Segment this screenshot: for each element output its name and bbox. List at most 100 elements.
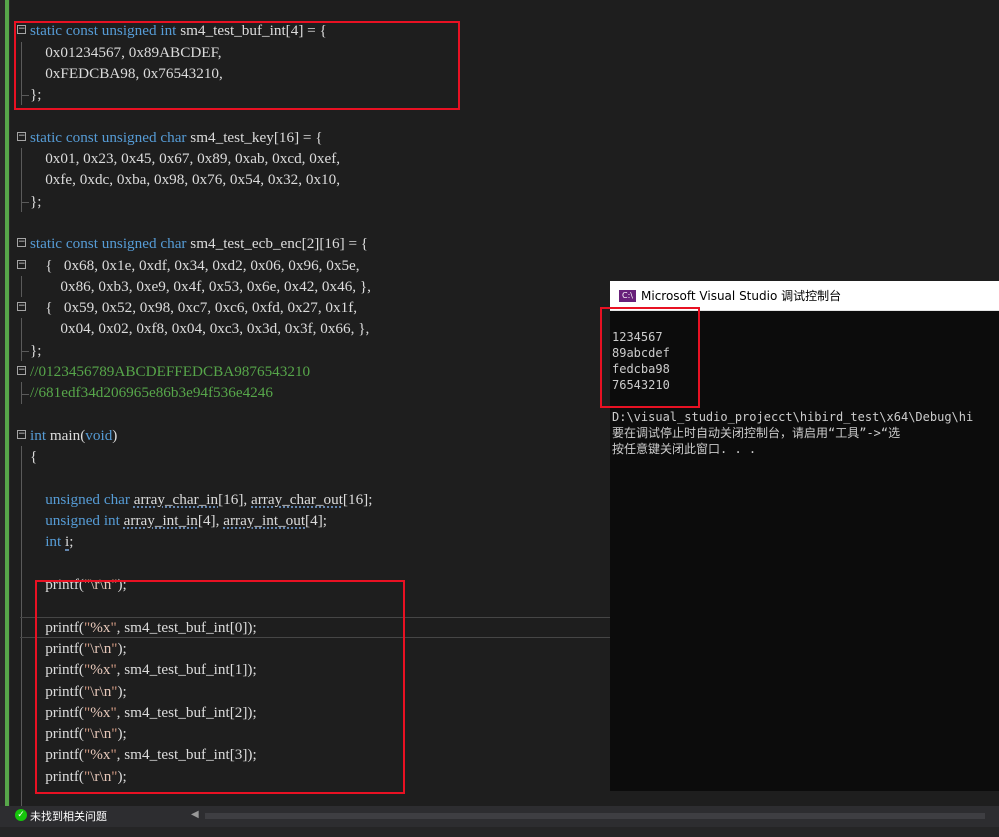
code-line[interactable]: − static const unsigned int sm4_test_buf_… bbox=[0, 20, 999, 41]
code-text: 0xFEDCBA98, 0x76543210, bbox=[30, 63, 223, 84]
code-line[interactable]: − static const unsigned char sm4_test_key… bbox=[0, 127, 999, 148]
code-line[interactable]: 0x01234567, 0x89ABCDEF, bbox=[0, 41, 999, 63]
code-token: printf( bbox=[30, 682, 84, 700]
outline-guide bbox=[21, 659, 22, 681]
code-text: 0x01, 0x23, 0x45, 0x67, 0x89, 0xab, 0xcd… bbox=[30, 148, 340, 169]
outline-guide bbox=[21, 786, 22, 806]
code-token: printf( bbox=[30, 746, 84, 764]
code-token: [4]; bbox=[305, 512, 327, 530]
debug-console-window[interactable]: C:\ Microsoft Visual Studio 调试控制台 123456… bbox=[610, 281, 999, 791]
outline-guide bbox=[21, 701, 22, 724]
status-message[interactable]: 未找到相关问题 bbox=[30, 808, 107, 824]
fold-toggle-icon[interactable]: − bbox=[17, 238, 26, 248]
code-line[interactable]: }; bbox=[0, 190, 999, 212]
fold-toggle-icon[interactable]: − bbox=[17, 302, 26, 312]
outline-guide bbox=[21, 723, 22, 745]
code-token: }; bbox=[30, 192, 42, 210]
fold-toggle-icon[interactable]: − bbox=[17, 259, 26, 269]
outline-guide bbox=[21, 318, 22, 340]
code-text: { 0x68, 0x1e, 0xdf, 0x34, 0xd2, 0x06, 0x… bbox=[30, 255, 359, 276]
outline-guide bbox=[21, 510, 22, 532]
outline-guide bbox=[21, 41, 22, 63]
code-line[interactable]: − { 0x68, 0x1e, 0xdf, 0x34, 0xd2, 0x06, … bbox=[0, 255, 999, 276]
code-text: static const unsigned char sm4_test_key[… bbox=[30, 127, 323, 148]
outline-guide bbox=[21, 169, 22, 191]
console-title-bar[interactable]: C:\ Microsoft Visual Studio 调试控制台 bbox=[610, 281, 999, 311]
bottom-strip bbox=[0, 827, 999, 837]
code-token: %x bbox=[90, 661, 111, 679]
code-token: printf( bbox=[30, 767, 84, 785]
code-token: 0x01234567, 0x89ABCDEF, bbox=[30, 43, 222, 61]
code-token: 0x04, 0x02, 0xf8, 0x04, 0xc3, 0x3d, 0x3f… bbox=[30, 320, 370, 338]
code-token: \r\n bbox=[90, 639, 112, 657]
outline-guide bbox=[21, 488, 22, 511]
outline-guide bbox=[21, 595, 22, 617]
code-token: , sm4_test_buf_int[1]); bbox=[116, 661, 257, 679]
outline-guide bbox=[21, 552, 22, 575]
code-line[interactable]: 0x01, 0x23, 0x45, 0x67, 0x89, 0xab, 0xcd… bbox=[0, 148, 999, 170]
code-token: ; bbox=[69, 533, 74, 551]
code-text: printf("\r\n"); bbox=[30, 766, 127, 787]
code-token: static bbox=[30, 128, 63, 146]
code-token: 0xFEDCBA98, 0x76543210, bbox=[30, 64, 223, 82]
code-text: unsigned int array_int_in[4], array_int_… bbox=[30, 510, 327, 531]
code-token: printf( bbox=[30, 639, 84, 657]
code-line[interactable]: 0xfe, 0xdc, 0xba, 0x98, 0x76, 0x54, 0x32… bbox=[0, 169, 999, 191]
outline-guide bbox=[21, 62, 22, 85]
outline-guide bbox=[21, 84, 29, 106]
code-token: \r\n bbox=[90, 576, 112, 594]
scroll-left-icon[interactable]: ◀ bbox=[191, 809, 199, 820]
outline-guide bbox=[21, 190, 29, 212]
fold-toggle-icon[interactable]: − bbox=[17, 366, 26, 376]
code-token: ); bbox=[117, 639, 127, 657]
code-line[interactable]: 0xFEDCBA98, 0x76543210, bbox=[0, 62, 999, 85]
code-token: %x bbox=[90, 618, 111, 636]
code-token: unsigned bbox=[45, 512, 101, 530]
outline-guide bbox=[21, 467, 22, 489]
code-text: //0123456789ABCDEFFEDCBA9876543210 bbox=[30, 361, 310, 382]
code-token: const bbox=[65, 235, 98, 253]
code-token: , sm4_test_buf_int[3]); bbox=[116, 746, 257, 764]
code-text: printf("%x", sm4_test_buf_int[1]); bbox=[30, 659, 257, 680]
code-text: static const unsigned int sm4_test_buf_i… bbox=[30, 20, 327, 41]
fold-toggle-icon[interactable]: − bbox=[17, 25, 26, 35]
fold-toggle-icon[interactable]: − bbox=[17, 131, 26, 141]
code-token: //0123456789ABCDEFFEDCBA9876543210 bbox=[30, 363, 311, 381]
fold-toggle-icon[interactable]: − bbox=[17, 429, 26, 439]
code-token: ); bbox=[117, 576, 127, 594]
code-token: [16]; bbox=[342, 490, 373, 508]
code-line[interactable]: }; bbox=[0, 84, 999, 106]
code-token: void bbox=[85, 426, 113, 444]
code-line[interactable] bbox=[0, 105, 999, 126]
code-line[interactable] bbox=[0, 212, 999, 233]
code-token: array_int_out bbox=[223, 512, 306, 530]
outline-guide bbox=[21, 744, 22, 766]
code-token: printf( bbox=[30, 576, 84, 594]
console-output[interactable]: 1234567 89abcdef fedcba98 76543210 D:\vi… bbox=[610, 311, 999, 457]
code-token: array_char_in bbox=[133, 490, 219, 508]
code-token: 0x86, 0xb3, 0xe9, 0x4f, 0x53, 0x6e, 0x42… bbox=[30, 277, 371, 295]
code-token: const bbox=[65, 22, 98, 40]
code-token: \r\n bbox=[90, 682, 112, 700]
code-token: array_int_in bbox=[123, 512, 198, 530]
code-text: printf("%x", sm4_test_buf_int[2]); bbox=[30, 702, 257, 723]
code-token: int bbox=[45, 533, 62, 551]
code-token: char bbox=[160, 128, 187, 146]
code-text: 0x01234567, 0x89ABCDEF, bbox=[30, 42, 222, 63]
code-token: sm4_test_key[16] = { bbox=[186, 128, 323, 146]
code-line[interactable]: − static const unsigned char sm4_test_ecb… bbox=[0, 233, 999, 254]
code-token: char bbox=[103, 490, 130, 508]
outline-guide bbox=[21, 765, 22, 787]
code-token: unsigned bbox=[101, 128, 157, 146]
code-token: main( bbox=[46, 426, 86, 444]
outline-guide bbox=[21, 148, 22, 170]
code-text: 0x04, 0x02, 0xf8, 0x04, 0xc3, 0x3d, 0x3f… bbox=[30, 318, 369, 339]
horizontal-scrollbar[interactable] bbox=[205, 813, 985, 819]
code-token: %x bbox=[90, 746, 111, 764]
code-line[interactable] bbox=[0, 0, 999, 20]
code-token: 0xfe, 0xdc, 0xba, 0x98, 0x76, 0x54, 0x32… bbox=[30, 171, 341, 189]
code-token: const bbox=[65, 128, 98, 146]
